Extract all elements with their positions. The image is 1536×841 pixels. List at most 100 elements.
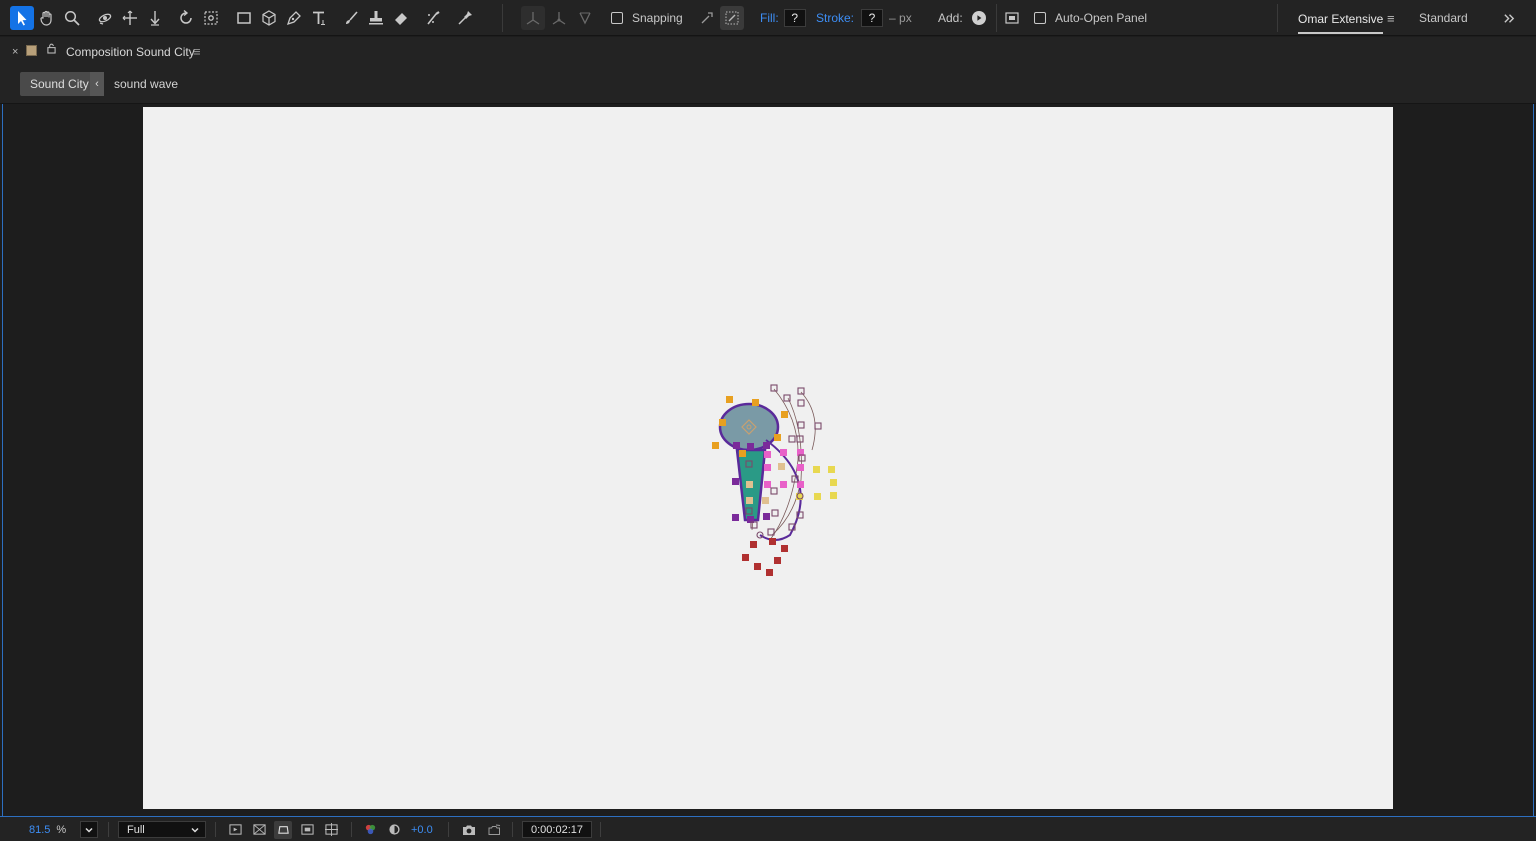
stroke-label[interactable]: Stroke: — [816, 11, 854, 25]
red-keyframe-handles[interactable] — [742, 538, 788, 576]
add-label: Add: — [938, 11, 963, 25]
toolbar-divider — [502, 4, 503, 32]
workspace-standard[interactable]: Standard — [1419, 0, 1468, 36]
rectangle-tool-icon[interactable] — [232, 6, 256, 30]
guides-grid-icon[interactable] — [322, 821, 340, 839]
stroke-width-field[interactable]: – px — [889, 11, 912, 25]
pen-tool-icon[interactable] — [282, 6, 306, 30]
roto-brush-tool-icon[interactable] — [421, 6, 445, 30]
breadcrumb-sound-city[interactable]: Sound City ‹ — [20, 72, 104, 96]
lock-icon[interactable] — [47, 43, 56, 57]
microphone-artwork[interactable] — [700, 380, 850, 580]
fill-control[interactable]: Fill: ? — [760, 0, 806, 36]
composition-color-swatch — [26, 45, 37, 56]
channel-rgb-icon[interactable] — [361, 821, 379, 839]
resolution-value[interactable]: Full — [127, 824, 145, 836]
add-property-button-icon[interactable] — [971, 11, 986, 25]
auto-open-panel-checkbox[interactable] — [1034, 12, 1046, 24]
footer-divider — [512, 822, 513, 837]
transparency-grid-icon[interactable] — [250, 821, 268, 839]
cube-3d-tool-icon[interactable] — [257, 6, 281, 30]
tool-group-shapes — [232, 0, 331, 36]
more-workspaces-icon[interactable] — [1503, 0, 1516, 36]
puppet-pin-tool-icon[interactable] — [453, 6, 477, 30]
rotation-tool-icon[interactable] — [174, 6, 198, 30]
footer-divider — [351, 822, 352, 837]
panel-menu-icon[interactable]: ≡ — [193, 44, 201, 59]
chevron-down-icon[interactable] — [190, 825, 200, 835]
toolbar-divider — [1277, 4, 1278, 32]
fill-label[interactable]: Fill: — [760, 11, 779, 25]
composition-panel-header — [0, 37, 1536, 67]
zoom-unit: % — [56, 823, 67, 836]
breadcrumb-label[interactable]: Sound City — [30, 77, 89, 91]
panel-title[interactable]: Composition Sound City — [66, 45, 195, 59]
current-time-control[interactable]: 0:00:02:17 — [522, 817, 592, 841]
world-axis-mode-icon[interactable] — [547, 6, 571, 30]
stroke-control[interactable]: Stroke: ? – px — [816, 0, 912, 36]
toolbar-divider — [996, 4, 997, 32]
anchor-point-tool-icon[interactable] — [199, 6, 223, 30]
orbit-camera-tool-icon[interactable] — [93, 6, 117, 30]
timecode-display[interactable]: 0:00:02:17 — [522, 821, 592, 838]
footer-divider — [448, 822, 449, 837]
local-axis-mode-icon[interactable] — [521, 6, 545, 30]
region-of-interest-icon[interactable] — [298, 821, 316, 839]
footer-divider — [215, 822, 216, 837]
show-snapshot-icon[interactable] — [485, 821, 503, 839]
tool-group-camera — [93, 0, 167, 36]
tool-group-transform — [174, 0, 223, 36]
toggle-panels-icon[interactable] — [1005, 11, 1019, 25]
panel-controls: Auto-Open Panel — [1005, 0, 1147, 36]
stroke-swatch[interactable]: ? — [861, 9, 884, 27]
snap-grid-icon[interactable] — [720, 6, 744, 30]
footer-divider — [108, 822, 109, 837]
pan-behind-tool-icon[interactable] — [118, 6, 142, 30]
workspace-menu-icon[interactable]: ≡ — [1387, 0, 1395, 36]
clone-stamp-tool-icon[interactable] — [364, 6, 388, 30]
zoom-tool-icon[interactable] — [60, 6, 84, 30]
resolution-dropdown[interactable]: Full — [118, 817, 206, 841]
reset-exposure-icon[interactable] — [385, 821, 403, 839]
snapping-toggle[interactable]: Snapping — [611, 0, 683, 36]
snap-to-edges-icon[interactable] — [695, 6, 719, 30]
axis-mode-group — [521, 0, 597, 36]
close-panel-icon[interactable]: × — [12, 46, 18, 58]
type-tool-icon[interactable] — [307, 6, 331, 30]
add-control: Add: — [938, 0, 986, 36]
tool-group-main — [10, 0, 84, 36]
composition-navigator: Sound City ‹ sound wave — [0, 67, 1536, 104]
snapping-checkbox[interactable] — [611, 12, 623, 24]
footer-divider — [600, 822, 601, 837]
color-options-group: +0.0 — [361, 817, 433, 841]
snapping-label: Snapping — [632, 11, 683, 25]
take-snapshot-icon[interactable] — [460, 821, 478, 839]
selection-tool-icon[interactable] — [10, 6, 34, 30]
workspace-omar-extensive[interactable]: Omar Extensive — [1298, 0, 1384, 36]
exposure-value[interactable]: +0.0 — [411, 824, 433, 836]
auto-open-panel-label: Auto-Open Panel — [1055, 11, 1148, 25]
mask-visibility-icon[interactable] — [274, 820, 292, 839]
magnification-control[interactable]: 81.5 % — [29, 817, 66, 841]
chevron-left-icon[interactable]: ‹ — [90, 72, 104, 96]
eraser-tool-icon[interactable] — [389, 6, 413, 30]
tool-group-roto — [421, 0, 477, 36]
view-options-group — [226, 817, 340, 841]
view-axis-mode-icon[interactable] — [573, 6, 597, 30]
chevron-down-icon[interactable] — [80, 821, 98, 838]
dolly-tool-icon[interactable] — [143, 6, 167, 30]
tool-group-paint — [339, 0, 413, 36]
workspace-standard-label[interactable]: Standard — [1419, 11, 1468, 25]
breadcrumb-sound-wave[interactable]: sound wave — [114, 77, 178, 91]
fill-swatch[interactable]: ? — [783, 9, 806, 27]
snap-options-group — [695, 0, 744, 36]
fast-previews-icon[interactable] — [226, 821, 244, 839]
snapshot-group — [460, 817, 503, 841]
tools-toolbar: Snapping Fill: ? Stroke: ? – px Add: Aut… — [0, 0, 1536, 36]
viewer-footer: 81.5 % Full +0.0 0:00:02:17 — [0, 816, 1536, 841]
zoom-dropdown[interactable] — [80, 817, 98, 841]
zoom-value[interactable]: 81.5 — [29, 824, 50, 836]
workspace-active-label[interactable]: Omar Extensive — [1298, 12, 1384, 34]
hand-tool-icon[interactable] — [35, 6, 59, 30]
brush-tool-icon[interactable] — [339, 6, 363, 30]
